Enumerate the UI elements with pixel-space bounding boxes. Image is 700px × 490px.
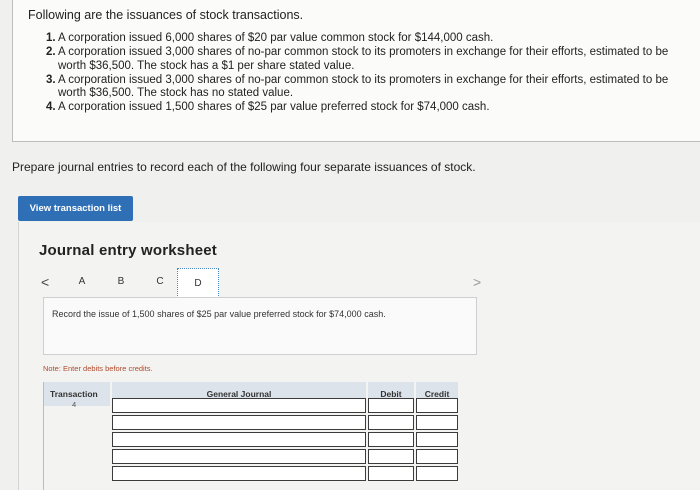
transaction-number	[44, 466, 110, 482]
account-input[interactable]	[112, 432, 366, 447]
account-input[interactable]	[112, 466, 366, 481]
account-input[interactable]	[112, 449, 366, 464]
chevron-left-icon[interactable]: <	[41, 274, 49, 290]
credit-input[interactable]	[416, 398, 458, 413]
debit-input[interactable]	[368, 398, 414, 413]
instruction-text: Record the issue of 1,500 shares of $25 …	[52, 309, 386, 319]
item-number: 3.	[46, 73, 56, 86]
instruction-box: Record the issue of 1,500 shares of $25 …	[43, 297, 477, 355]
list-item: 2. A corporation issued 3,000 shares of n…	[46, 46, 676, 73]
item-text: A corporation issued 3,000 shares of no-…	[58, 73, 669, 100]
item-text: A corporation issued 3,000 shares of no-…	[58, 46, 669, 72]
view-transaction-list-button[interactable]: View transaction list	[18, 196, 133, 221]
tab-a[interactable]: A	[75, 276, 89, 287]
transaction-number	[44, 415, 110, 431]
table-row	[44, 449, 458, 465]
list-item: 1. A corporation issued 6,000 shares of $…	[46, 32, 676, 45]
tab-c[interactable]: C	[153, 276, 167, 287]
list-item: 4. A corporation issued 1,500 shares of $…	[46, 101, 676, 114]
transaction-list: 1. A corporation issued 6,000 shares of $…	[46, 32, 676, 116]
chevron-right-icon[interactable]: >	[473, 274, 481, 290]
prepare-instructions: Prepare journal entries to record each o…	[12, 160, 476, 174]
worksheet-tab-nav: < A B C D >	[39, 268, 679, 298]
general-journal-table: Transaction General Journal Debit Credit…	[43, 382, 458, 490]
debit-input[interactable]	[368, 466, 414, 481]
table-row: 4	[44, 398, 458, 414]
table-row	[44, 432, 458, 448]
tab-b[interactable]: B	[114, 276, 128, 287]
item-text: A corporation issued 6,000 shares of $20…	[58, 32, 494, 44]
debit-input[interactable]	[368, 432, 414, 447]
item-number: 2.	[46, 46, 56, 59]
item-number: 1.	[46, 32, 56, 44]
credit-input[interactable]	[416, 415, 458, 430]
credit-input[interactable]	[416, 432, 458, 447]
credit-input[interactable]	[416, 466, 458, 481]
table-row	[44, 466, 458, 482]
item-text: A corporation issued 1,500 shares of $25…	[58, 101, 490, 114]
note-text: Note: Enter debits before credits.	[43, 364, 153, 373]
account-input[interactable]	[112, 415, 366, 430]
problem-intro: Following are the issuances of stock tra…	[28, 8, 304, 22]
item-number: 4.	[46, 101, 56, 114]
transaction-number	[44, 432, 110, 448]
debit-input[interactable]	[368, 415, 414, 430]
credit-input[interactable]	[416, 449, 458, 464]
transaction-number: 4	[72, 400, 77, 409]
journal-entry-worksheet: Journal entry worksheet < A B C D > Reco…	[18, 222, 700, 490]
debit-input[interactable]	[368, 449, 414, 464]
table-row	[44, 415, 458, 431]
transaction-number	[44, 449, 110, 465]
list-item: 3. A corporation issued 3,000 shares of n…	[46, 74, 676, 101]
tab-d[interactable]: D	[177, 268, 219, 298]
worksheet-title: Journal entry worksheet	[39, 242, 217, 259]
account-input[interactable]	[112, 398, 366, 413]
